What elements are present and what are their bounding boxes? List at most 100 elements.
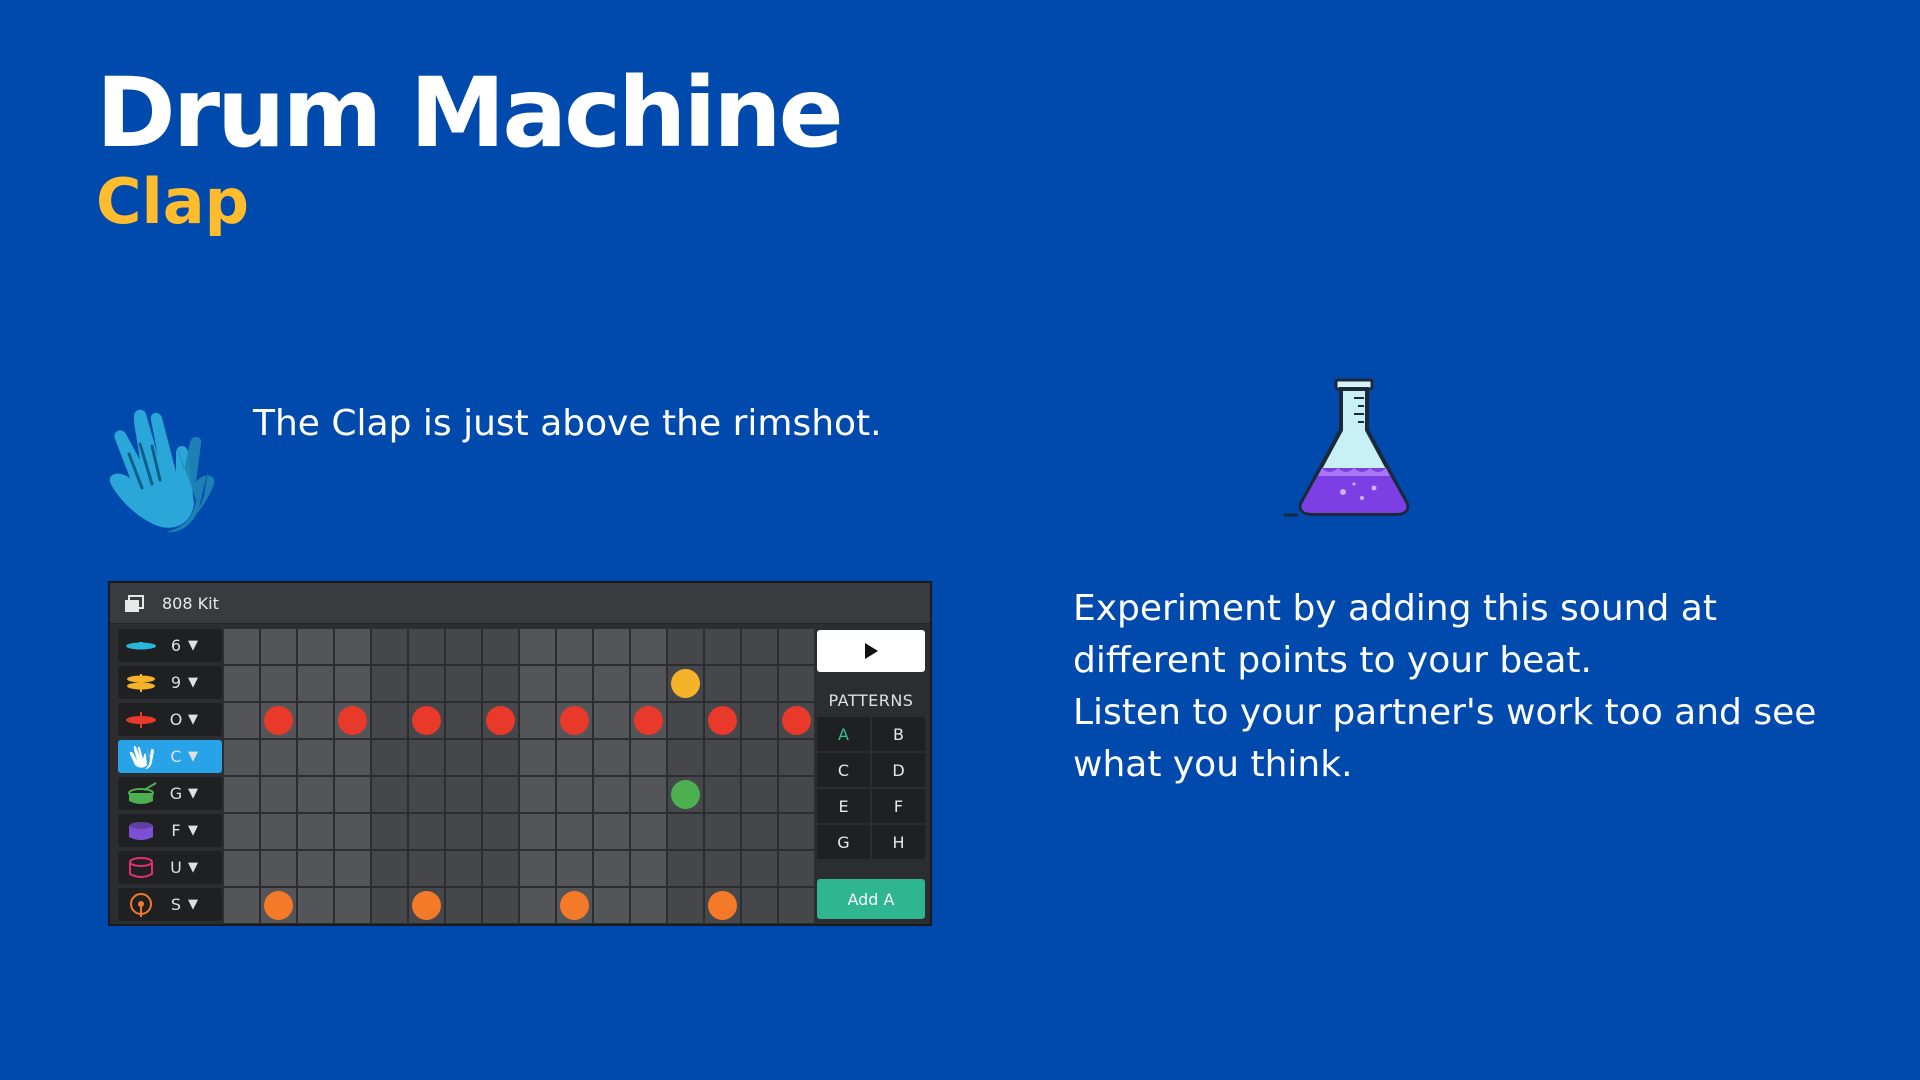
step-cell[interactable]: [261, 851, 296, 886]
step-cell[interactable]: [224, 703, 259, 738]
step-cell[interactable]: [298, 888, 333, 923]
pattern-button[interactable]: D: [872, 753, 925, 787]
step-cell[interactable]: [483, 629, 518, 664]
step-cell[interactable]: [557, 629, 592, 664]
track-dropdown-arrow[interactable]: ▼: [188, 749, 198, 764]
step-cell[interactable]: [557, 777, 592, 812]
active-step-note[interactable]: [486, 706, 515, 735]
track-dropdown-arrow[interactable]: ▼: [188, 860, 198, 875]
step-cell[interactable]: [705, 666, 740, 701]
step-cell[interactable]: [335, 814, 370, 849]
step-cell[interactable]: [779, 851, 814, 886]
step-cell[interactable]: [557, 814, 592, 849]
step-cell[interactable]: [409, 777, 444, 812]
active-step-note[interactable]: [264, 706, 293, 735]
step-cell[interactable]: [742, 666, 777, 701]
step-sequencer-grid[interactable]: [224, 629, 816, 925]
step-cell[interactable]: [335, 777, 370, 812]
track-row[interactable]: G ▼: [118, 777, 222, 810]
step-cell[interactable]: [631, 888, 666, 923]
kit-label[interactable]: 808 Kit: [162, 594, 219, 613]
step-cell[interactable]: [372, 777, 407, 812]
step-cell[interactable]: [224, 629, 259, 664]
step-cell[interactable]: [668, 629, 703, 664]
step-cell[interactable]: [705, 777, 740, 812]
track-dropdown-arrow[interactable]: ▼: [188, 823, 198, 838]
step-cell[interactable]: [224, 740, 259, 775]
step-cell[interactable]: [335, 666, 370, 701]
step-cell[interactable]: [779, 777, 814, 812]
pattern-button[interactable]: B: [872, 717, 925, 751]
step-cell[interactable]: [594, 777, 629, 812]
step-cell[interactable]: [594, 851, 629, 886]
step-cell[interactable]: [779, 666, 814, 701]
step-cell[interactable]: [668, 703, 703, 738]
step-cell[interactable]: [261, 666, 296, 701]
active-step-note[interactable]: [708, 706, 737, 735]
active-step-note[interactable]: [560, 891, 589, 920]
active-step-note[interactable]: [338, 706, 367, 735]
step-cell[interactable]: [594, 888, 629, 923]
step-cell[interactable]: [631, 666, 666, 701]
step-cell[interactable]: [779, 740, 814, 775]
step-cell[interactable]: [298, 740, 333, 775]
step-cell[interactable]: [298, 851, 333, 886]
step-cell[interactable]: [298, 629, 333, 664]
step-cell[interactable]: [298, 777, 333, 812]
step-cell[interactable]: [409, 814, 444, 849]
track-dropdown-arrow[interactable]: ▼: [188, 638, 198, 653]
step-cell[interactable]: [446, 814, 481, 849]
step-cell[interactable]: [631, 740, 666, 775]
step-cell[interactable]: [742, 814, 777, 849]
active-step-note[interactable]: [412, 891, 441, 920]
step-cell[interactable]: [705, 851, 740, 886]
step-cell[interactable]: [631, 814, 666, 849]
step-cell[interactable]: [520, 703, 555, 738]
step-cell[interactable]: [409, 851, 444, 886]
active-step-note[interactable]: [412, 706, 441, 735]
step-cell[interactable]: [779, 888, 814, 923]
step-cell[interactable]: [446, 629, 481, 664]
track-row[interactable]: O ▼: [118, 703, 222, 736]
step-cell[interactable]: [631, 777, 666, 812]
pattern-button[interactable]: G: [817, 825, 870, 859]
step-cell[interactable]: [668, 740, 703, 775]
step-cell[interactable]: [409, 629, 444, 664]
step-cell[interactable]: [594, 703, 629, 738]
track-dropdown-arrow[interactable]: ▼: [188, 675, 198, 690]
active-step-note[interactable]: [782, 706, 811, 735]
step-cell[interactable]: [298, 703, 333, 738]
step-cell[interactable]: [705, 814, 740, 849]
step-cell[interactable]: [224, 814, 259, 849]
step-cell[interactable]: [446, 740, 481, 775]
pattern-button[interactable]: F: [872, 789, 925, 823]
step-cell[interactable]: [224, 888, 259, 923]
step-cell[interactable]: [557, 851, 592, 886]
step-cell[interactable]: [261, 740, 296, 775]
step-cell[interactable]: [483, 666, 518, 701]
step-cell[interactable]: [372, 740, 407, 775]
track-row[interactable]: C ▼: [118, 740, 222, 773]
active-step-note[interactable]: [264, 891, 293, 920]
step-cell[interactable]: [668, 851, 703, 886]
step-cell[interactable]: [594, 629, 629, 664]
active-step-note[interactable]: [634, 706, 663, 735]
active-step-note[interactable]: [708, 891, 737, 920]
step-cell[interactable]: [409, 666, 444, 701]
step-cell[interactable]: [705, 629, 740, 664]
play-button[interactable]: [817, 630, 925, 672]
step-cell[interactable]: [520, 888, 555, 923]
track-row[interactable]: S ▼: [118, 888, 222, 921]
track-dropdown-arrow[interactable]: ▼: [188, 712, 198, 727]
pattern-button[interactable]: E: [817, 789, 870, 823]
kit-menu-icon[interactable]: [124, 595, 144, 613]
track-row[interactable]: U ▼: [118, 851, 222, 884]
add-pattern-button[interactable]: Add A: [817, 879, 925, 919]
active-step-note[interactable]: [671, 669, 700, 698]
step-cell[interactable]: [557, 740, 592, 775]
active-step-note[interactable]: [560, 706, 589, 735]
pattern-button[interactable]: C: [817, 753, 870, 787]
step-cell[interactable]: [668, 814, 703, 849]
step-cell[interactable]: [483, 888, 518, 923]
step-cell[interactable]: [261, 629, 296, 664]
